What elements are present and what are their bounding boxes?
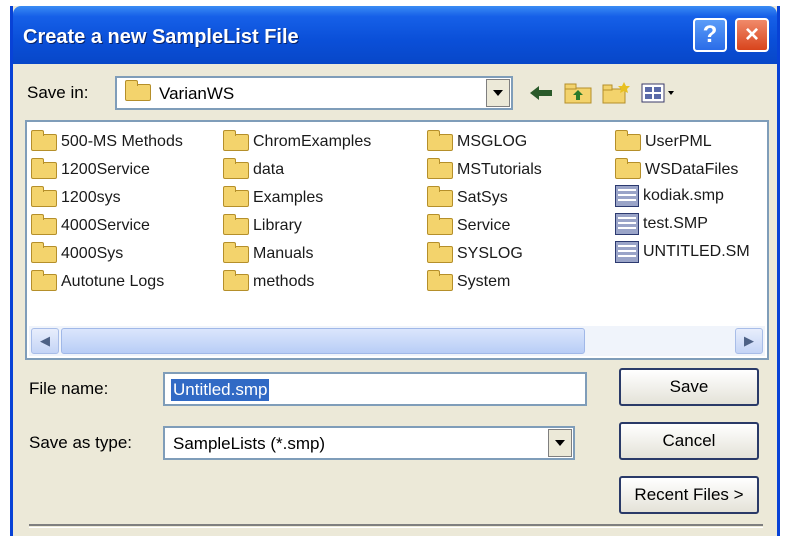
scroll-thumb[interactable]	[61, 328, 585, 354]
list-item[interactable]: Service	[427, 212, 510, 240]
file-icon	[615, 213, 639, 235]
back-arrow-icon	[530, 86, 552, 100]
list-item[interactable]: MSTutorials	[427, 156, 542, 184]
file-icon	[615, 185, 639, 207]
list-item[interactable]: Library	[223, 212, 302, 240]
save-as-type-dropdown-arrow[interactable]	[548, 429, 572, 457]
list-item[interactable]: 1200Service	[31, 156, 150, 184]
list-item[interactable]: WSDataFiles	[615, 156, 738, 184]
file-name-input[interactable]: Untitled.smp	[163, 372, 587, 406]
help-icon: ?	[702, 21, 718, 48]
help-button[interactable]: ?	[693, 18, 727, 52]
save-button[interactable]: Save	[619, 368, 759, 406]
horizontal-scrollbar[interactable]: ◀ ▶	[29, 326, 765, 356]
file-icon	[615, 241, 639, 263]
list-item[interactable]: methods	[223, 268, 314, 296]
chevron-down-icon	[493, 90, 503, 96]
list-item[interactable]: 4000Sys	[31, 240, 123, 268]
save-in-label: Save in:	[27, 83, 89, 102]
save-in-value: VarianWS	[159, 84, 235, 103]
folder-icon	[31, 129, 57, 151]
folder-icon	[223, 213, 249, 235]
scroll-left-button[interactable]: ◀	[31, 328, 59, 354]
list-item[interactable]: Manuals	[223, 240, 313, 268]
save-dialog: Create a new SampleList File ? × Save in…	[10, 6, 780, 536]
divider	[29, 524, 763, 528]
save-as-type-value: SampleLists (*.smp)	[173, 434, 326, 453]
list-item[interactable]: System	[427, 268, 510, 296]
list-item[interactable]: 1200sys	[31, 184, 121, 212]
list-item[interactable]: 500-MS Methods	[31, 128, 183, 156]
folder-icon	[223, 185, 249, 207]
folder-icon	[427, 129, 453, 151]
folder-icon	[223, 157, 249, 179]
folder-icon	[427, 269, 453, 291]
folder-icon	[615, 129, 641, 151]
save-in-dropdown-arrow[interactable]	[486, 79, 510, 107]
list-item[interactable]: test.SMP	[615, 210, 708, 238]
folder-icon	[31, 213, 57, 235]
folder-icon	[31, 241, 57, 263]
file-name-value: Untitled.smp	[171, 379, 270, 401]
up-one-level-button[interactable]	[563, 80, 593, 106]
close-button[interactable]: ×	[735, 18, 769, 52]
list-item[interactable]: MSGLOG	[427, 128, 527, 156]
list-item[interactable]: data	[223, 156, 284, 184]
back-button[interactable]	[527, 80, 555, 106]
folder-icon	[31, 157, 57, 179]
save-as-type-dropdown[interactable]: SampleLists (*.smp)	[163, 426, 575, 460]
folder-icon	[223, 269, 249, 291]
folder-icon	[427, 185, 453, 207]
folder-icon	[223, 241, 249, 263]
view-menu-icon	[641, 83, 674, 103]
dialog-title: Create a new SampleList File	[23, 26, 299, 48]
list-item[interactable]: UNTITLED.SM	[615, 238, 750, 266]
close-icon: ×	[744, 21, 759, 48]
folder-icon	[427, 157, 453, 179]
folder-icon	[223, 129, 249, 151]
chevron-left-icon: ◀	[40, 333, 50, 348]
list-item[interactable]: Autotune Logs	[31, 268, 164, 296]
new-folder-icon	[602, 82, 630, 104]
recent-files-button[interactable]: Recent Files >	[619, 476, 759, 514]
cancel-button[interactable]: Cancel	[619, 422, 759, 460]
title-bar[interactable]: Create a new SampleList File ? ×	[13, 6, 777, 64]
list-item[interactable]: UserPML	[615, 128, 712, 156]
file-list[interactable]: 500-MS Methods 1200Service 1200sys 4000S…	[25, 120, 769, 360]
list-item[interactable]: SYSLOG	[427, 240, 523, 268]
list-item[interactable]: ChromExamples	[223, 128, 371, 156]
list-item[interactable]: 4000Service	[31, 212, 150, 240]
new-folder-button[interactable]	[601, 80, 631, 106]
folder-icon	[615, 157, 641, 179]
folder-icon	[427, 241, 453, 263]
list-item[interactable]: SatSys	[427, 184, 508, 212]
folder-icon	[31, 185, 57, 207]
chevron-down-icon	[555, 440, 565, 446]
save-as-type-label: Save as type:	[29, 433, 133, 452]
list-item[interactable]: Examples	[223, 184, 323, 212]
chevron-right-icon: ▶	[744, 333, 754, 348]
folder-icon	[31, 269, 57, 291]
view-menu-button[interactable]	[639, 80, 679, 106]
file-name-label: File name:	[29, 379, 109, 398]
save-in-dropdown[interactable]: VarianWS	[115, 76, 513, 110]
list-item[interactable]: kodiak.smp	[615, 182, 724, 210]
folder-icon	[427, 213, 453, 235]
scroll-right-button[interactable]: ▶	[735, 328, 763, 354]
folder-icon	[125, 80, 151, 101]
up-one-level-icon	[564, 83, 592, 104]
